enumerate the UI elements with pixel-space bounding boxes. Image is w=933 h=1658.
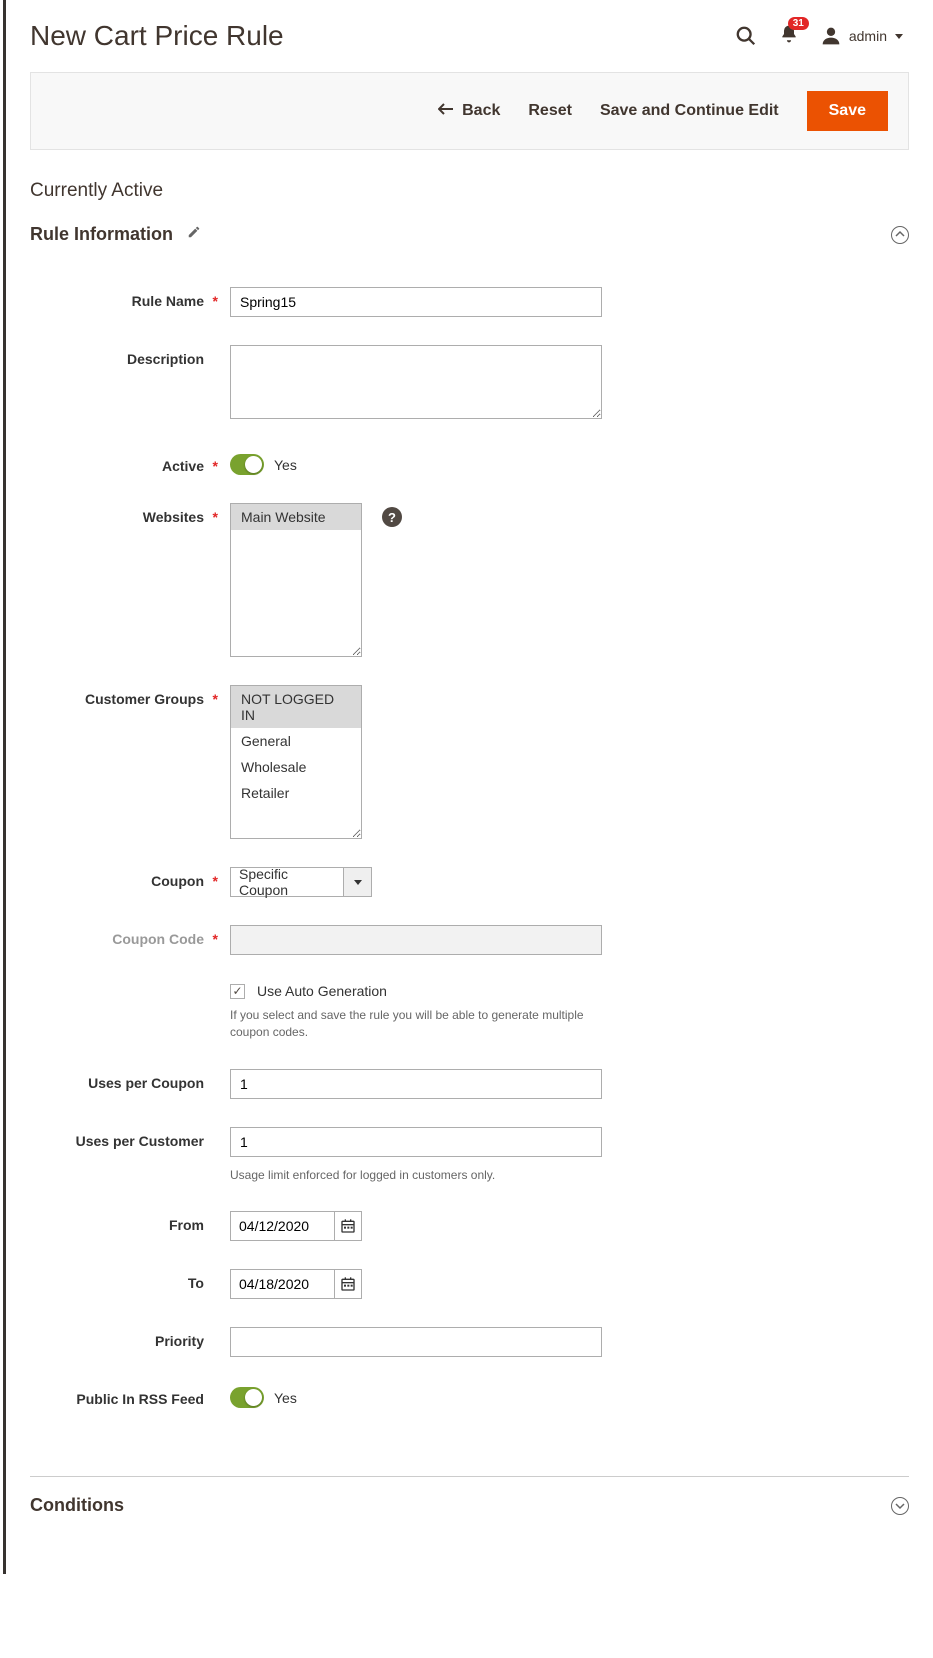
coupon-label: Coupon bbox=[30, 867, 230, 889]
section-title: Rule Information bbox=[30, 224, 173, 245]
active-label: Active bbox=[30, 452, 230, 474]
websites-option[interactable]: Main Website bbox=[231, 504, 361, 530]
description-input[interactable] bbox=[230, 345, 602, 419]
from-date-input[interactable] bbox=[230, 1211, 334, 1241]
calendar-icon[interactable] bbox=[334, 1211, 362, 1241]
auto-generation-note: If you select and save the rule you will… bbox=[230, 1007, 600, 1041]
rule-name-input[interactable] bbox=[230, 287, 602, 317]
section-title: Conditions bbox=[30, 1495, 124, 1516]
customer-groups-label: Customer Groups bbox=[30, 685, 230, 707]
rss-state: Yes bbox=[274, 1390, 297, 1406]
auto-generation-checkbox[interactable] bbox=[230, 984, 245, 999]
uses-per-coupon-label: Uses per Coupon bbox=[30, 1069, 230, 1091]
search-icon[interactable] bbox=[735, 25, 757, 47]
rss-toggle[interactable] bbox=[230, 1387, 264, 1408]
uses-per-customer-input[interactable] bbox=[230, 1127, 602, 1157]
websites-select[interactable]: Main Website bbox=[230, 503, 362, 657]
cg-option-1[interactable]: General bbox=[231, 728, 361, 754]
save-button[interactable]: Save bbox=[807, 91, 888, 131]
priority-input[interactable] bbox=[230, 1327, 602, 1357]
to-label: To bbox=[30, 1269, 230, 1291]
active-state: Yes bbox=[274, 457, 297, 473]
websites-label: Websites bbox=[30, 503, 230, 525]
coupon-select[interactable]: Specific Coupon bbox=[230, 867, 372, 897]
section-conditions[interactable]: Conditions bbox=[30, 1476, 909, 1534]
rss-label: Public In RSS Feed bbox=[30, 1385, 230, 1407]
cg-option-2[interactable]: Wholesale bbox=[231, 754, 361, 780]
expand-icon[interactable] bbox=[891, 1497, 909, 1515]
user-menu[interactable]: admin bbox=[821, 26, 903, 46]
save-continue-button[interactable]: Save and Continue Edit bbox=[600, 102, 779, 120]
to-date-input[interactable] bbox=[230, 1269, 334, 1299]
user-icon bbox=[821, 26, 841, 46]
action-bar: Back Reset Save and Continue Edit Save bbox=[30, 72, 909, 150]
uses-per-coupon-input[interactable] bbox=[230, 1069, 602, 1099]
auto-generation-label: Use Auto Generation bbox=[257, 983, 387, 999]
reset-button[interactable]: Reset bbox=[528, 102, 572, 120]
user-name: admin bbox=[849, 28, 887, 44]
chevron-down-icon[interactable] bbox=[344, 867, 372, 897]
coupon-code-label: Coupon Code bbox=[30, 925, 230, 947]
collapse-icon[interactable] bbox=[891, 226, 909, 244]
from-label: From bbox=[30, 1211, 230, 1233]
uses-per-customer-note: Usage limit enforced for logged in custo… bbox=[230, 1167, 600, 1184]
customer-groups-select[interactable]: NOT LOGGED IN General Wholesale Retailer bbox=[230, 685, 362, 839]
arrow-left-icon bbox=[438, 102, 454, 120]
calendar-icon[interactable] bbox=[334, 1269, 362, 1299]
cg-option-0[interactable]: NOT LOGGED IN bbox=[231, 686, 361, 728]
active-toggle[interactable] bbox=[230, 454, 264, 475]
coupon-value: Specific Coupon bbox=[230, 867, 344, 897]
chevron-down-icon bbox=[895, 34, 903, 39]
coupon-code-input bbox=[230, 925, 602, 955]
priority-label: Priority bbox=[30, 1327, 230, 1349]
rule-name-label: Rule Name bbox=[30, 287, 230, 309]
cg-option-3[interactable]: Retailer bbox=[231, 780, 361, 806]
notifications-icon[interactable]: 31 bbox=[779, 23, 799, 50]
back-button[interactable]: Back bbox=[438, 102, 500, 120]
status-text: Currently Active bbox=[6, 150, 933, 212]
page-title: New Cart Price Rule bbox=[30, 20, 284, 52]
description-label: Description bbox=[30, 345, 230, 367]
notification-badge: 31 bbox=[788, 17, 809, 30]
section-rule-information[interactable]: Rule Information bbox=[6, 212, 933, 257]
help-icon[interactable]: ? bbox=[382, 507, 402, 527]
pencil-icon bbox=[187, 225, 201, 244]
uses-per-customer-label: Uses per Customer bbox=[30, 1127, 230, 1149]
